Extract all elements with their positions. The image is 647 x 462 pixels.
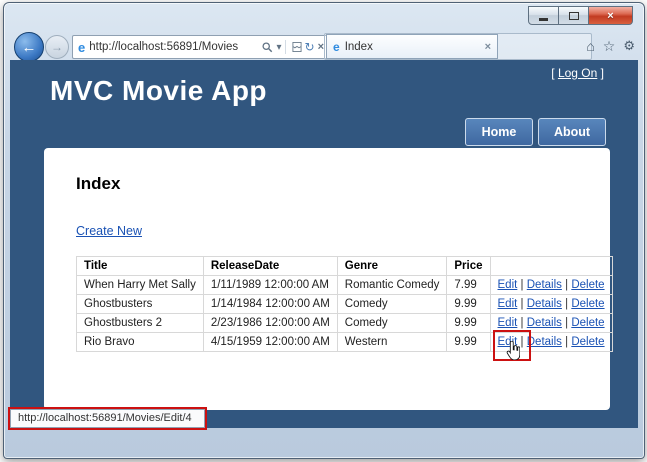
cell-releasedate: 1/11/1989 12:00:00 AM	[203, 276, 337, 295]
logon-bracket-close: ]	[601, 66, 604, 80]
home-icon[interactable]: ⌂	[586, 38, 594, 54]
table-row: When Harry Met Sally 1/11/1989 12:00:00 …	[77, 276, 613, 295]
action-separator: |	[565, 317, 568, 329]
logon-bracket-open: [	[551, 66, 554, 80]
cell-genre: Comedy	[337, 295, 447, 314]
minimize-icon	[539, 18, 548, 21]
status-bar: http://localhost:56891/Movies/Edit/4	[10, 409, 205, 428]
browser-window: × ← → e http://localhost:56891/Movies ▾ …	[3, 2, 645, 459]
cell-actions: Edit | Details | Delete	[490, 276, 612, 295]
browser-toolbar: ⌂ ☆ ⚙	[586, 35, 635, 57]
movies-table: Title ReleaseDate Genre Price When Harry…	[76, 256, 613, 352]
cell-title: Ghostbusters 2	[77, 314, 204, 333]
search-icon[interactable]	[262, 42, 273, 53]
cell-releasedate: 1/14/1984 12:00:00 AM	[203, 295, 337, 314]
logon-link[interactable]: Log On	[558, 66, 597, 80]
cell-price: 9.99	[447, 295, 490, 314]
edit-link[interactable]: Edit	[498, 317, 518, 329]
status-highlight-box: http://localhost:56891/Movies/Edit/4	[8, 407, 207, 430]
header-title: Title	[77, 257, 204, 276]
edit-link[interactable]: Edit	[498, 279, 518, 291]
header-genre: Genre	[337, 257, 447, 276]
delete-link[interactable]: Delete	[571, 279, 604, 291]
hand-cursor-icon	[505, 341, 520, 360]
details-link[interactable]: Details	[527, 298, 562, 310]
cell-actions: Edit | Details | Delete	[490, 295, 612, 314]
logon-area: [ Log On ]	[551, 66, 604, 80]
action-separator: |	[565, 336, 568, 348]
table-row: Ghostbusters 2 2/23/1986 12:00:00 AM Com…	[77, 314, 613, 333]
menu-home-button[interactable]: Home	[465, 118, 533, 146]
cell-releasedate: 4/15/1959 12:00:00 AM	[203, 333, 337, 352]
delete-link[interactable]: Delete	[571, 298, 604, 310]
action-separator: |	[521, 336, 524, 348]
details-link[interactable]: Details	[527, 317, 562, 329]
cell-releasedate: 2/23/1986 12:00:00 AM	[203, 314, 337, 333]
ie-logo-icon: e	[78, 40, 85, 55]
cell-price: 9.99	[447, 314, 490, 333]
favorites-star-icon[interactable]: ☆	[603, 38, 616, 55]
page-heading: Index	[76, 174, 610, 194]
minimize-button[interactable]	[528, 6, 559, 25]
create-new-link[interactable]: Create New	[76, 224, 142, 238]
cell-actions: Edit | Details | Delete	[490, 333, 612, 352]
main-menu: Home About	[465, 118, 606, 146]
tab-title: Index	[345, 41, 373, 53]
forward-arrow-icon: →	[51, 40, 63, 54]
header-actions	[490, 257, 612, 276]
maximize-icon	[569, 12, 579, 20]
cell-price: 7.99	[447, 276, 490, 295]
header-price: Price	[447, 257, 490, 276]
delete-link[interactable]: Delete	[571, 336, 604, 348]
edit-link[interactable]: Edit	[498, 298, 518, 310]
cell-genre: Romantic Comedy	[337, 276, 447, 295]
address-url: http://localhost:56891/Movies	[89, 41, 259, 53]
details-link[interactable]: Details	[527, 336, 562, 348]
maximize-button[interactable]	[559, 6, 589, 25]
table-row: Ghostbusters 1/14/1984 12:00:00 AM Comed…	[77, 295, 613, 314]
window-controls: ×	[528, 6, 633, 25]
back-button[interactable]: ←	[14, 32, 44, 62]
content-panel: Index Create New Title ReleaseDate Genre…	[44, 148, 610, 410]
menu-about-button[interactable]: About	[538, 118, 606, 146]
address-divider	[285, 40, 286, 54]
action-separator: |	[521, 317, 524, 329]
table-row: Rio Bravo 4/15/1959 12:00:00 AM Western …	[77, 333, 613, 352]
tab-close-icon[interactable]: ×	[485, 41, 491, 53]
tab-index[interactable]: e Index ×	[326, 34, 498, 59]
table-header-row: Title ReleaseDate Genre Price	[77, 257, 613, 276]
delete-link[interactable]: Delete	[571, 317, 604, 329]
action-separator: |	[565, 279, 568, 291]
action-separator: |	[521, 279, 524, 291]
action-separator: |	[521, 298, 524, 310]
settings-gear-icon[interactable]: ⚙	[623, 38, 635, 54]
site-title: MVC Movie App	[50, 75, 267, 107]
address-bar[interactable]: e http://localhost:56891/Movies ▾ ↻ ×	[72, 35, 328, 59]
page-viewport: [ Log On ] MVC Movie App Home About Inde…	[10, 60, 638, 428]
search-dropdown-caret-icon[interactable]: ▾	[276, 42, 281, 53]
action-separator: |	[565, 298, 568, 310]
close-icon: ×	[607, 10, 613, 22]
refresh-icon[interactable]: ↻	[305, 40, 315, 54]
cell-title: When Harry Met Sally	[77, 276, 204, 295]
cell-actions: Edit | Details | Delete	[490, 314, 612, 333]
cell-title: Ghostbusters	[77, 295, 204, 314]
tab-favicon-icon: e	[333, 40, 340, 54]
close-button[interactable]: ×	[589, 6, 633, 25]
cell-genre: Comedy	[337, 314, 447, 333]
forward-button[interactable]: →	[45, 35, 69, 59]
cell-title: Rio Bravo	[77, 333, 204, 352]
details-link[interactable]: Details	[527, 279, 562, 291]
cell-price: 9.99	[447, 333, 490, 352]
cell-genre: Western	[337, 333, 447, 352]
header-releasedate: ReleaseDate	[203, 257, 337, 276]
compatibility-view-icon[interactable]	[292, 41, 302, 53]
back-arrow-icon: ←	[22, 39, 37, 56]
